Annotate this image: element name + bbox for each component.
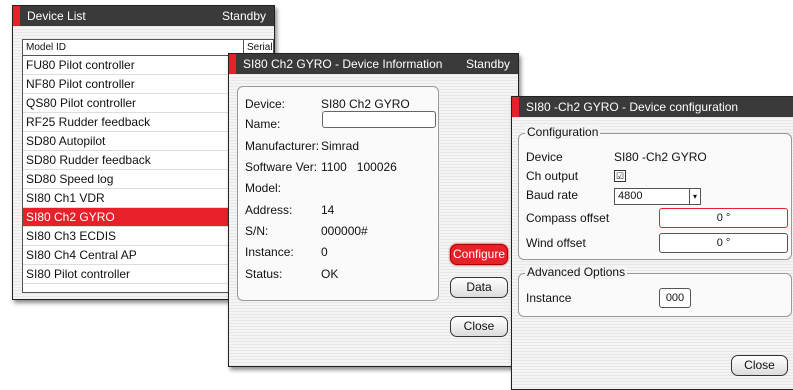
instance-label: Instance xyxy=(526,291,572,305)
advanced-options-group: Advanced Options Instance 000 xyxy=(518,265,792,317)
configuration-group-title: Configuration xyxy=(525,125,601,139)
address-label: Address: xyxy=(245,203,293,217)
device-label: Device: xyxy=(245,97,286,111)
device-list-titlebar: Device List Standby xyxy=(13,6,274,26)
sn-value: 000000# xyxy=(321,224,368,238)
manufacturer-label: Manufacturer: xyxy=(245,139,320,153)
instance-label: Instance: xyxy=(245,245,294,259)
device-list-title: Device List xyxy=(27,9,86,23)
advanced-options-title: Advanced Options xyxy=(525,265,628,279)
name-input[interactable] xyxy=(322,111,436,128)
device-configuration-window: SI80 -Ch2 GYRO - Device configuration Co… xyxy=(511,96,793,390)
device-info-panel: Device: SI80 Ch2 GYRO Name: Manufacturer… xyxy=(237,86,439,301)
device-value: SI80 -Ch2 GYRO xyxy=(614,150,707,164)
titlebar-accent xyxy=(13,6,20,26)
software-value: 1100 100026 xyxy=(321,160,397,174)
instance-value: 0 xyxy=(321,245,328,259)
configuration-group: Configuration Device SI80 -Ch2 GYRO Ch o… xyxy=(518,125,792,260)
baud-rate-value: 4800 xyxy=(618,190,643,202)
config-close-button[interactable]: Close xyxy=(731,355,788,376)
name-label: Name: xyxy=(245,117,281,131)
baud-rate-label: Baud rate xyxy=(526,188,579,202)
data-button[interactable]: Data xyxy=(450,277,508,298)
device-info-status: Standby xyxy=(465,57,510,71)
titlebar-accent xyxy=(229,54,236,74)
device-label: Device xyxy=(526,150,563,164)
device-info-titlebar: SI80 Ch2 GYRO - Device Information Stand… xyxy=(229,54,518,74)
device-information-window: SI80 Ch2 GYRO - Device Information Stand… xyxy=(228,53,519,367)
device-config-title: SI80 -Ch2 GYRO - Device configuration xyxy=(526,100,739,114)
compass-offset-field[interactable]: 0 ° xyxy=(659,208,788,228)
ch-output-checkbox[interactable]: ☑ xyxy=(614,170,626,182)
instance-field[interactable]: 000 xyxy=(659,288,691,308)
titlebar-accent xyxy=(512,97,519,117)
software-label: Software Ver: xyxy=(245,160,318,174)
wind-offset-label: Wind offset xyxy=(526,236,586,250)
compass-offset-label: Compass offset xyxy=(526,211,610,225)
device-list-status: Standby xyxy=(221,9,266,23)
wind-offset-field[interactable]: 0 ° xyxy=(659,233,788,253)
device-info-title: SI80 Ch2 GYRO - Device Information xyxy=(243,57,443,71)
status-value: OK xyxy=(321,267,339,281)
chevron-down-icon: ▾ xyxy=(689,189,700,204)
baud-rate-select[interactable]: 4800 ▾ xyxy=(614,188,701,205)
ch-output-label: Ch output xyxy=(526,169,579,183)
sn-label: S/N: xyxy=(245,224,269,238)
address-value: 14 xyxy=(321,203,335,217)
configure-button[interactable]: Configure xyxy=(450,244,508,265)
device-value: SI80 Ch2 GYRO xyxy=(321,97,410,111)
close-button[interactable]: Close xyxy=(450,316,508,337)
column-header-model-id[interactable]: Model ID xyxy=(26,40,66,55)
device-config-titlebar: SI80 -Ch2 GYRO - Device configuration xyxy=(512,97,793,117)
manufacturer-value: Simrad xyxy=(321,139,360,153)
model-label: Model: xyxy=(245,181,282,195)
status-label: Status: xyxy=(245,267,283,281)
